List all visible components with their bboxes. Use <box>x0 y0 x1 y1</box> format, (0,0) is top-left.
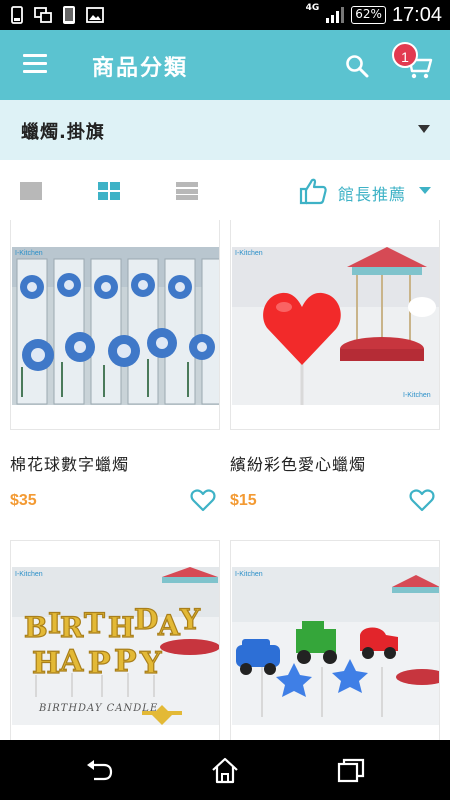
phone-notification-icon <box>11 6 23 24</box>
product-grid: I-Kitchen 棉花球數字蠟燭 $35 I-Kitchen I-Kitche… <box>0 220 450 740</box>
app-screen: 4G 62% 17:04 商品分類 1 蠟燭.掛旗 館長推薦 I-Kitchen… <box>0 0 450 800</box>
svg-text:A: A <box>157 609 181 642</box>
single-view-icon[interactable] <box>20 182 42 200</box>
menu-icon <box>23 54 47 73</box>
home-icon[interactable] <box>210 755 240 785</box>
dropdown-caret-icon <box>418 125 430 133</box>
product-photo <box>232 247 439 405</box>
photo-caption: BIRTHDAY CANDLE <box>39 703 159 714</box>
system-nav-bar <box>0 740 450 800</box>
cart-count-badge: 1 <box>392 42 418 68</box>
product-price: $35 <box>10 492 37 509</box>
svg-text:Y: Y <box>179 603 201 636</box>
sort-label: 館長推薦 <box>338 185 407 204</box>
grid-view-icon[interactable] <box>98 182 120 200</box>
watermark-label: I-Kitchen <box>235 250 263 257</box>
product-card[interactable]: I-Kitchen 棉花球數字蠟燭 $35 <box>10 220 220 530</box>
page-title: 商品分類 <box>92 56 189 81</box>
product-photo: B IR T H D A Y HAPPY <box>12 567 219 725</box>
thumbs-up-icon <box>299 178 327 205</box>
product-image-frame: I-Kitchen <box>10 220 220 430</box>
svg-text:D: D <box>134 603 158 636</box>
svg-text:H: H <box>108 611 134 644</box>
watermark-label: I-Kitchen <box>15 571 43 578</box>
category-label: 蠟燭.掛旗 <box>21 122 105 143</box>
heart-icon[interactable] <box>409 488 435 512</box>
product-price: $15 <box>230 492 257 509</box>
product-card[interactable]: I-Kitchen I-Kitchen 繽紛彩色愛心蠟燭 $15 <box>230 220 440 530</box>
recents-icon[interactable] <box>336 755 366 785</box>
product-card[interactable]: I-Kitchen <box>230 540 440 740</box>
svg-text:B: B <box>24 611 48 644</box>
watermark-label: I-Kitchen <box>15 250 43 257</box>
status-indicators: 4G 62% 17:04 <box>306 0 442 30</box>
product-photo <box>232 567 439 725</box>
product-card[interactable]: BIRTHDAY HAPPY I-Kitchen BIRTHDAY CANDLE <box>10 540 220 740</box>
product-image-frame: I-Kitchen I-Kitchen <box>230 220 440 430</box>
svg-text:Y: Y <box>139 646 162 681</box>
screens-notification-icon <box>34 7 52 23</box>
view-toolbar: 館長推薦 <box>0 160 450 220</box>
product-photo <box>12 247 219 405</box>
watermark-label: I-Kitchen <box>403 392 431 399</box>
svg-text:T: T <box>84 607 105 640</box>
product-image-frame: I-Kitchen <box>230 540 440 740</box>
search-button[interactable] <box>345 54 369 78</box>
watermark-label: I-Kitchen <box>235 571 263 578</box>
app-bar: 商品分類 1 <box>0 30 450 100</box>
image-notification-icon <box>86 7 104 23</box>
battery-indicator: 62% <box>351 6 386 24</box>
product-name: 繽紛彩色愛心蠟燭 <box>230 455 367 474</box>
network-type: 4G <box>305 3 320 13</box>
clock: 17:04 <box>391 3 442 26</box>
sort-caret-icon <box>419 187 431 194</box>
search-icon <box>346 55 369 78</box>
signal-icon <box>326 7 345 23</box>
status-bar: 4G 62% 17:04 <box>0 0 450 30</box>
list-view-icon[interactable] <box>176 182 198 200</box>
device-notification-icon <box>63 6 75 24</box>
menu-button[interactable] <box>23 54 47 74</box>
notification-icons <box>10 5 104 25</box>
product-image-frame: BIRTHDAY HAPPY I-Kitchen BIRTHDAY CANDLE <box>10 540 220 740</box>
category-selector[interactable]: 蠟燭.掛旗 <box>0 100 450 160</box>
svg-text:R: R <box>60 611 84 644</box>
back-icon[interactable] <box>84 755 114 785</box>
svg-text:P: P <box>88 646 111 681</box>
heart-icon[interactable] <box>190 488 216 512</box>
product-name: 棉花球數字蠟燭 <box>10 455 130 474</box>
svg-text:P: P <box>114 644 137 679</box>
